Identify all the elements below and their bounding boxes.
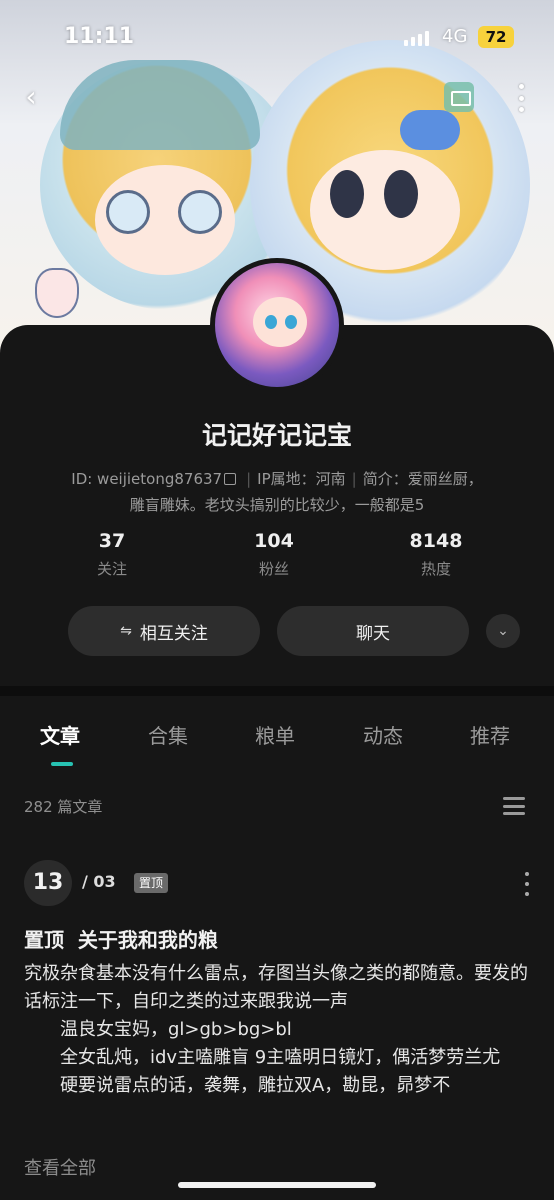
banner-eye-right [384,170,418,218]
copy-icon[interactable] [224,473,237,485]
article-count: 282 篇文章 [24,798,103,816]
tab-activity[interactable]: 动态 [363,720,403,749]
post-body[interactable]: 究极杂食基本没有什么雷点，存图当头像之类的都随意。要发的话标注一下，自印之类的过… [24,960,534,1100]
tab-collections[interactable]: 合集 [148,720,188,749]
profile-id: ID: weijietong87637 [71,470,223,488]
mutual-follow-button[interactable]: ⇋ 相互关注 [68,606,260,656]
stat-heat[interactable]: 8148 热度 [376,530,496,579]
home-indicator[interactable] [178,1182,376,1188]
stat-following[interactable]: 37 关注 [52,530,172,579]
post-line: 温良女宝妈，gl>gb>bg>bl [60,1019,292,1040]
swap-icon: ⇋ [120,623,132,639]
chat-button[interactable]: 聊天 [277,606,469,656]
signal-icon [404,30,429,46]
content-tabs: 文章 合集 粮单 动态 推荐 [0,720,554,770]
back-button[interactable]: ‹ [16,82,46,112]
more-vertical-icon[interactable] [514,84,528,112]
banner-glasses-left [106,190,150,234]
pinned-badge: 置顶 [134,873,169,893]
banner-glasses-right [178,190,222,234]
section-divider [0,686,554,696]
tab-food-list[interactable]: 粮单 [255,720,295,749]
mutual-follow-label: 相互关注 [139,623,208,644]
profile-name: 记记好记记宝 [201,421,352,450]
view-all-link[interactable]: 查看全部 [24,1154,96,1180]
status-time: 11:11 [64,24,135,49]
mail-icon[interactable] [444,82,474,112]
banner-eye-left [330,170,364,218]
post-date-month: / 03 [82,872,116,891]
profile-ip: IP属地：河南 [257,470,346,488]
post-date-day: 13 [24,860,72,906]
tab-recommend[interactable]: 推荐 [470,720,510,749]
post-line: 究极杂食基本没有什么雷点，存图当头像之类的都随意。要发的话标注一下，自印之类的过… [24,963,528,1012]
chevron-left-icon: ‹ [25,80,37,113]
chat-label: 聊天 [356,623,390,644]
profile-bio[interactable]: 简介：爱丽丝厨， [363,470,483,488]
banner-strawberry [35,268,79,318]
profile-bio-line2[interactable]: 雕盲雕妹。老坟头搞别的比较少，一般都是5 [130,496,425,514]
post-title[interactable]: 置顶 关于我和我的粮 [24,924,218,953]
active-tab-indicator [51,762,73,766]
banner-rose [400,110,460,150]
post-more-icon[interactable] [522,872,532,896]
banner-face-right [310,150,460,270]
chevron-down-icon[interactable]: ⌄ [486,614,520,648]
status-bar: 11:11 4G 72 [0,0,554,70]
post-line: 全女乱炖，idv主嗑雕盲 9主嗑明日镜灯，偶活梦劳兰尤 [60,1047,501,1068]
profile-meta: ID: weijietong87637 | IP属地：河南 | 简介：爱丽丝厨， 雕盲雕… [71,470,483,514]
tab-articles[interactable]: 文章 [40,720,80,749]
post-line: 硬要说雷点的话，袭舞，雕拉双A，勘昆，昴梦不 [60,1075,451,1096]
list-icon[interactable] [503,797,525,815]
battery-icon: 72 [478,26,514,48]
avatar[interactable] [210,258,344,392]
network-type: 4G [442,26,468,47]
stat-followers[interactable]: 104 粉丝 [214,530,334,579]
